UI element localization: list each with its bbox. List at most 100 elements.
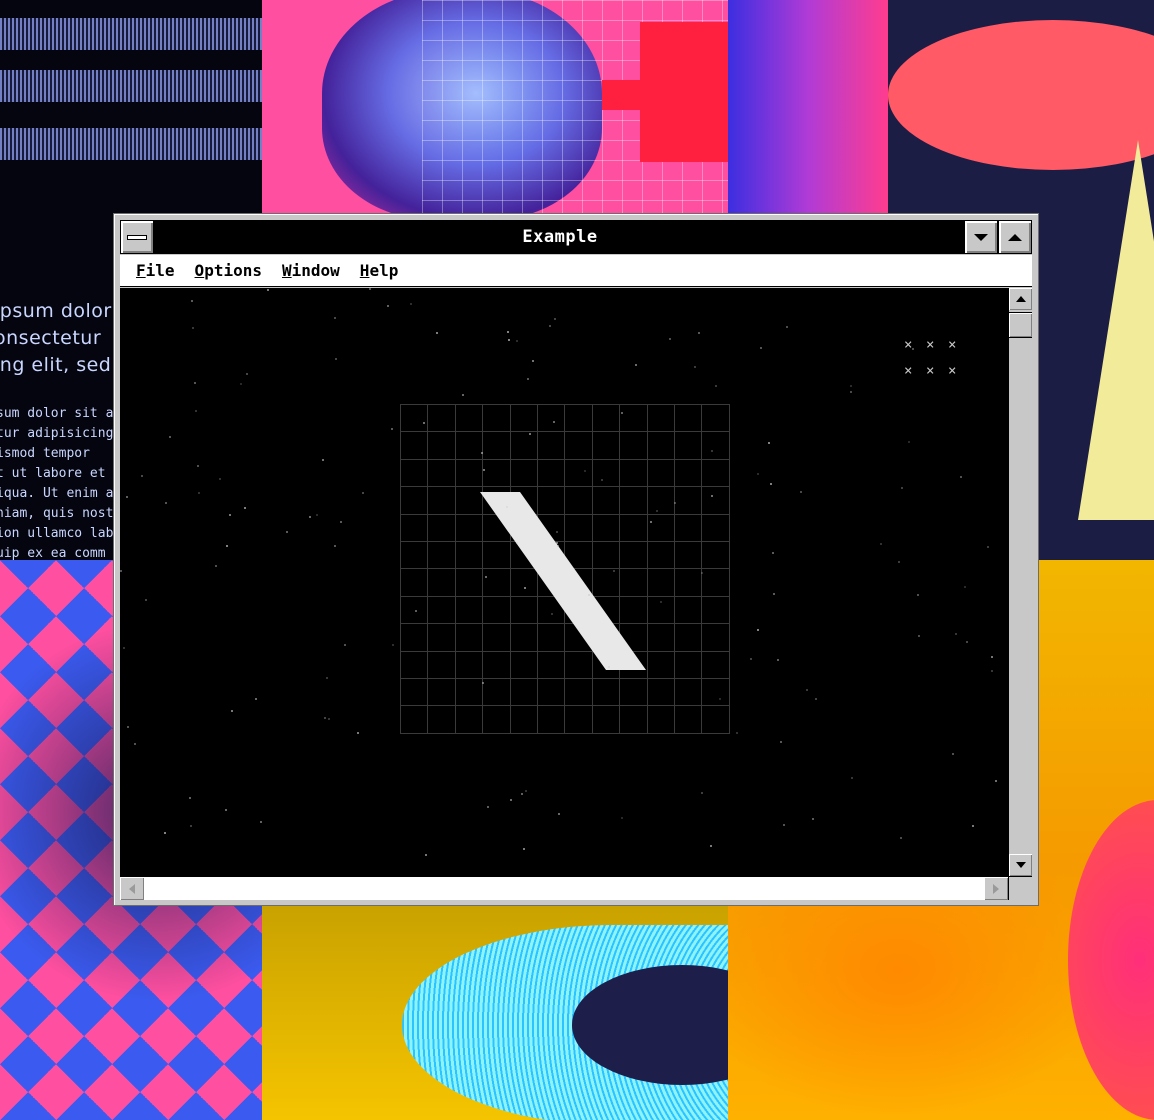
menu-bar: File Options Window Help: [120, 255, 1032, 287]
maximize-button[interactable]: [998, 220, 1032, 254]
dust-speck: [267, 289, 269, 291]
dust-speck: [786, 326, 788, 328]
dust-speck: [423, 422, 425, 424]
bg-eye-panel: [262, 905, 728, 1120]
bg-red-block: [602, 80, 642, 110]
dust-speck: [601, 479, 603, 481]
dust-speck: [392, 644, 394, 646]
dust-speck: [190, 825, 192, 827]
dust-speck: [750, 658, 752, 660]
dust-speck: [532, 360, 534, 362]
dust-speck: [698, 332, 700, 334]
dust-speck: [715, 385, 717, 387]
dust-speck: [334, 317, 336, 319]
dust-speck: [529, 433, 531, 435]
scroll-down-button[interactable]: [1009, 854, 1032, 876]
dust-speck: [964, 586, 966, 588]
vertical-scroll-thumb[interactable]: [1009, 312, 1032, 338]
dust-speck: [369, 288, 371, 290]
dust-speck: [508, 339, 510, 341]
dust-speck: [554, 318, 556, 320]
dust-speck: [260, 821, 262, 823]
menu-file[interactable]: File: [136, 261, 175, 280]
dust-speck: [219, 478, 221, 480]
dust-speck: [880, 543, 882, 545]
dust-speck: [850, 391, 852, 393]
dust-speck: [322, 459, 324, 461]
dust-speck: [553, 421, 555, 423]
dust-speck: [194, 382, 196, 384]
menu-window[interactable]: Window: [282, 261, 340, 280]
app-window: Example File Options Window Help × × × × × ×: [113, 213, 1039, 906]
bg-body-text: sum dolor sit an tur adipisicing e ismod…: [0, 406, 130, 560]
dust-speck: [316, 514, 318, 516]
dust-speck: [344, 644, 346, 646]
dust-speck: [516, 542, 518, 544]
system-menu-button[interactable]: [120, 220, 154, 254]
dust-speck: [335, 358, 337, 360]
content-canvas[interactable]: × × × × × ×: [120, 288, 1008, 876]
dust-speck: [719, 698, 721, 700]
dust-speck: [523, 848, 525, 850]
dust-speck: [120, 570, 122, 572]
dust-speck: [669, 338, 671, 340]
dust-speck: [991, 670, 993, 672]
dust-speck: [621, 817, 623, 819]
dust-speck: [701, 572, 703, 574]
horizontal-scrollbar[interactable]: [120, 876, 1008, 900]
size-grip[interactable]: [1008, 876, 1032, 900]
dust-speck: [189, 797, 191, 799]
dust-speck: [635, 364, 637, 366]
dust-speck: [192, 327, 194, 329]
menu-options[interactable]: Options: [195, 261, 262, 280]
dust-speck: [772, 552, 774, 554]
dust-speck: [482, 682, 484, 684]
dust-speck: [851, 777, 853, 779]
dust-speck: [195, 410, 197, 412]
maximize-icon: [1008, 233, 1022, 241]
dust-speck: [972, 825, 974, 827]
dust-speck: [425, 854, 427, 856]
dust-speck: [558, 813, 560, 815]
scroll-up-button[interactable]: [1009, 288, 1032, 310]
bg-statue-panel: [262, 0, 728, 215]
minimize-button[interactable]: [964, 220, 998, 254]
dust-speck: [556, 531, 558, 533]
dust-speck: [901, 487, 903, 489]
dust-speck: [917, 594, 919, 596]
dust-speck: [340, 521, 342, 523]
dust-speck: [773, 593, 775, 595]
dust-speck: [483, 469, 485, 471]
dust-speck: [436, 332, 438, 334]
dust-speck: [800, 491, 802, 493]
dust-speck: [127, 726, 129, 728]
vertical-scrollbar[interactable]: [1008, 288, 1032, 876]
dust-speck: [255, 698, 257, 700]
dust-speck: [324, 717, 326, 719]
title-bar[interactable]: Example: [120, 220, 1032, 254]
dust-speck: [711, 495, 713, 497]
dust-speck: [757, 473, 759, 475]
menu-help[interactable]: Help: [360, 261, 399, 280]
dust-speck: [145, 599, 147, 601]
dust-speck: [516, 340, 518, 342]
dust-speck: [357, 732, 359, 734]
dust-speck: [246, 373, 248, 375]
bg-gradient-panel: [728, 0, 888, 215]
dust-speck: [240, 383, 242, 385]
scroll-right-button[interactable]: [984, 877, 1008, 900]
dust-speck: [656, 510, 658, 512]
bg-stripe: [0, 70, 262, 102]
minimize-icon: [974, 233, 988, 241]
dust-speck: [134, 743, 136, 745]
arrow-up-icon: [1015, 296, 1026, 302]
dust-speck: [551, 613, 553, 615]
arrow-right-icon: [993, 883, 999, 894]
dust-speck: [309, 516, 311, 518]
dust-speck: [736, 732, 738, 734]
dust-speck: [621, 412, 623, 414]
scroll-left-button[interactable]: [120, 877, 144, 900]
bg-pink-disc: [1068, 800, 1154, 1120]
dust-speck: [912, 348, 914, 350]
dust-speck: [850, 385, 852, 387]
